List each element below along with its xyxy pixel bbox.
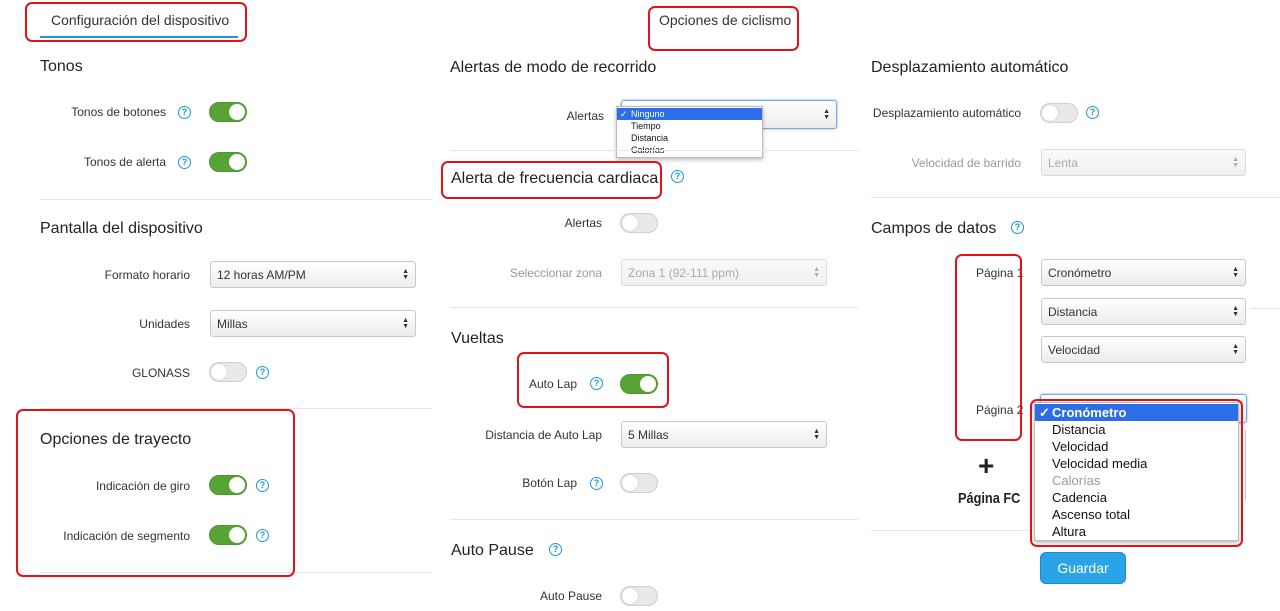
annotation-box-pages xyxy=(955,254,1022,441)
scroll-speed-label: Velocidad de barrido xyxy=(911,156,1021,170)
toggle-knob xyxy=(1042,105,1058,121)
zone-select[interactable]: Zona 1 (92-111 ppm) ▲ ▼ xyxy=(621,259,827,286)
page1-field3-value: Velocidad xyxy=(1048,342,1101,357)
auto-scroll-label: Desplazamiento automático xyxy=(872,106,1021,120)
divider xyxy=(1250,308,1280,309)
help-icon[interactable]: ? xyxy=(671,170,684,183)
hr-page-label[interactable]: Página FC xyxy=(958,490,1020,507)
glonass-toggle[interactable] xyxy=(209,362,247,382)
auto-lap-distance-label: Distancia de Auto Lap xyxy=(485,428,602,442)
annotation-box-page2-dropdown xyxy=(1030,399,1243,547)
annotation-box-hr-alert xyxy=(441,161,662,199)
toggle-knob xyxy=(622,215,638,231)
add-page-plus-icon[interactable]: + xyxy=(978,452,994,480)
annotation-box-route-options xyxy=(16,409,295,577)
help-icon[interactable]: ? xyxy=(1011,221,1024,234)
select-arrows-icon: ▲ ▼ xyxy=(823,107,830,121)
toggle-knob xyxy=(211,364,227,380)
help-icon[interactable]: ? xyxy=(1086,106,1099,119)
zone-select-label: Seleccionar zona xyxy=(509,266,602,280)
page1-field2-select[interactable]: Distancia ▲ ▼ xyxy=(1041,298,1246,325)
divider xyxy=(450,150,858,151)
section-title-tones: Tonos xyxy=(40,58,83,75)
select-arrows-icon: ▲ ▼ xyxy=(1232,342,1239,356)
time-format-select[interactable]: 12 horas AM/PM ▲ ▼ xyxy=(210,261,416,288)
section-title-device-display: Pantalla del dispositivo xyxy=(40,220,203,237)
help-icon[interactable]: ? xyxy=(590,477,603,490)
help-icon[interactable]: ? xyxy=(256,366,269,379)
annotation-box-cycling-tab xyxy=(648,6,799,51)
page1-field1-select[interactable]: Cronómetro ▲ ▼ xyxy=(1041,259,1246,286)
page1-field3-select[interactable]: Velocidad ▲ ▼ xyxy=(1041,336,1246,363)
section-title-auto-pause: Auto Pause xyxy=(451,542,534,559)
dropdown-option[interactable]: Tiempo xyxy=(617,120,762,132)
auto-lap-distance-value: 5 Millas xyxy=(628,427,669,442)
save-button[interactable]: Guardar xyxy=(1040,552,1126,584)
section-title-data-fields: Campos de datos xyxy=(871,220,997,237)
time-format-label: Formato horario xyxy=(104,268,190,282)
dropdown-option[interactable]: Distancia xyxy=(617,132,762,144)
divider xyxy=(40,199,432,200)
scroll-speed-value: Lenta xyxy=(1048,155,1079,170)
ride-alerts-label: Alertas xyxy=(566,109,604,123)
alert-tones-label: Tonos de alerta xyxy=(83,155,166,169)
help-icon[interactable]: ? xyxy=(178,106,191,119)
section-title-auto-scroll: Desplazamiento automático xyxy=(871,59,1069,76)
toggle-knob xyxy=(229,154,245,170)
button-tones-toggle[interactable] xyxy=(209,102,247,122)
alert-tones-toggle[interactable] xyxy=(209,152,247,172)
annotation-box-device-tab xyxy=(25,2,247,42)
section-title-laps: Vueltas xyxy=(451,330,504,347)
zone-value: Zona 1 (92-111 ppm) xyxy=(628,265,739,280)
divider xyxy=(871,197,1280,198)
scroll-speed-select[interactable]: Lenta ▲ ▼ xyxy=(1041,149,1246,176)
select-arrows-icon: ▲ ▼ xyxy=(402,316,409,330)
hr-alerts-label: Alertas xyxy=(564,216,602,230)
toggle-knob xyxy=(622,475,638,491)
select-arrows-icon: ▲ ▼ xyxy=(402,267,409,281)
page1-field2-value: Distancia xyxy=(1048,304,1098,319)
help-icon[interactable]: ? xyxy=(549,543,562,556)
divider xyxy=(450,519,858,520)
dropdown-option[interactable]: Ninguno xyxy=(617,108,762,120)
section-title-ride-alerts: Alertas de modo de recorrido xyxy=(450,59,657,76)
units-value: Millas xyxy=(217,316,248,331)
time-format-value: 12 horas AM/PM xyxy=(217,267,306,282)
units-label: Unidades xyxy=(139,317,190,331)
help-icon[interactable]: ? xyxy=(178,156,191,169)
lap-button-label: Botón Lap xyxy=(522,476,577,490)
select-arrows-icon: ▲ ▼ xyxy=(813,427,820,441)
select-arrows-icon: ▲ ▼ xyxy=(1232,304,1239,318)
hr-alerts-toggle[interactable] xyxy=(620,213,658,233)
page1-field1-value: Cronómetro xyxy=(1048,265,1112,280)
select-arrows-icon: ▲ ▼ xyxy=(1232,155,1239,169)
divider xyxy=(450,307,858,308)
glonass-label: GLONASS xyxy=(131,366,190,380)
annotation-box-auto-lap xyxy=(517,352,669,408)
lap-button-toggle[interactable] xyxy=(620,473,658,493)
auto-lap-distance-select[interactable]: 5 Millas ▲ ▼ xyxy=(621,421,827,448)
units-select[interactable]: Millas ▲ ▼ xyxy=(210,310,416,337)
button-tones-label: Tonos de botones xyxy=(71,105,166,119)
divider xyxy=(871,530,1031,531)
auto-pause-toggle[interactable] xyxy=(620,586,658,606)
select-arrows-icon: ▲ ▼ xyxy=(813,265,820,279)
auto-pause-label: Auto Pause xyxy=(539,589,602,603)
auto-scroll-toggle[interactable] xyxy=(1040,103,1078,123)
toggle-knob xyxy=(229,104,245,120)
toggle-knob xyxy=(622,588,638,604)
select-arrows-icon: ▲ ▼ xyxy=(1232,265,1239,279)
